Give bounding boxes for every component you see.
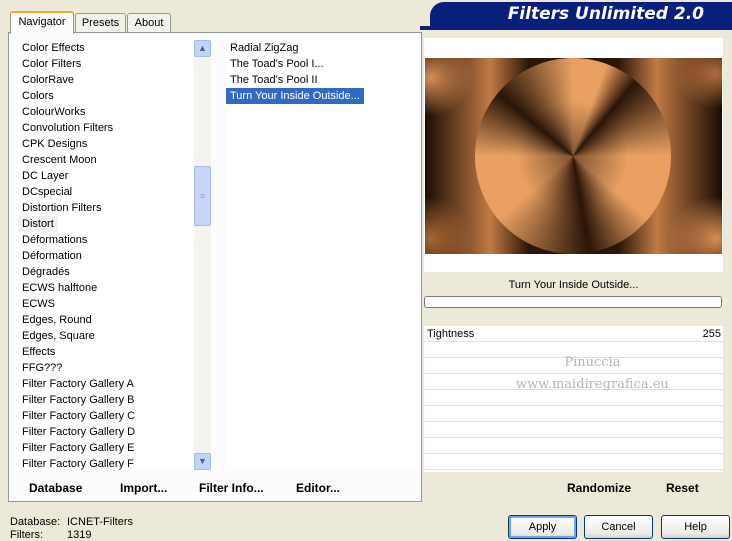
category-list-item[interactable]: Déformations: [18, 232, 194, 248]
category-list-item[interactable]: Distortion Filters: [18, 200, 194, 216]
filter-info-button[interactable]: Filter Info...: [199, 481, 264, 495]
editor-button[interactable]: Editor...: [296, 481, 340, 495]
category-list-item[interactable]: ECWS halftone: [18, 280, 194, 296]
category-list-item[interactable]: Distort: [18, 216, 58, 232]
database-info: Database: ICNET-Filters: [10, 516, 133, 528]
category-list-item[interactable]: Crescent Moon: [18, 152, 194, 168]
param-row: [424, 422, 723, 438]
category-list-item[interactable]: Filter Factory Gallery D: [18, 424, 194, 440]
database-label: Database:: [10, 516, 61, 528]
preview-center-shade: [475, 58, 671, 254]
banner-stripe: [420, 26, 732, 30]
category-list-item[interactable]: DC Layer: [18, 168, 194, 184]
category-list-item[interactable]: Convolution Filters: [18, 120, 194, 136]
randomize-button[interactable]: Randomize: [567, 481, 631, 495]
param-row: [424, 438, 723, 454]
filter-list-item[interactable]: Radial ZigZag: [226, 40, 416, 56]
category-list-item[interactable]: Effects: [18, 344, 194, 360]
filter-preview-image: [425, 58, 722, 254]
filter-list-item[interactable]: Turn Your Inside Outside...: [226, 88, 364, 104]
category-list-item[interactable]: Filter Factory Gallery C: [18, 408, 194, 424]
cancel-button[interactable]: Cancel: [584, 515, 653, 539]
category-list-item[interactable]: Color Effects: [18, 40, 194, 56]
tab-about[interactable]: About: [127, 13, 171, 32]
param-row: [424, 406, 723, 422]
filter-list-item[interactable]: The Toad's Pool II: [226, 72, 416, 88]
watermark-name: Pinuccia: [564, 355, 621, 370]
watermark: Pinuccia www.maidiregrafica.eu: [516, 352, 669, 396]
database-value: ICNET-Filters: [67, 516, 133, 528]
category-list-item[interactable]: Colors: [18, 88, 194, 104]
app-title-banner: Filters Unlimited 2.0: [430, 2, 732, 26]
category-list-item[interactable]: ColorRave: [18, 72, 194, 88]
category-list-item[interactable]: Edges, Round: [18, 312, 194, 328]
category-list[interactable]: Color Effects Color Filters ColorRave Color…: [18, 40, 194, 470]
filters-label: Filters:: [10, 529, 43, 541]
category-list-item[interactable]: Filter Factory Gallery F: [18, 456, 194, 470]
category-list-item[interactable]: CPK Designs: [18, 136, 194, 152]
reset-button[interactable]: Reset: [666, 481, 699, 495]
category-list-item[interactable]: Déformation: [18, 248, 194, 264]
scroll-down-button[interactable]: ▼: [194, 453, 211, 470]
current-filter-name: Turn Your Inside Outside...: [424, 273, 723, 295]
category-list-item[interactable]: FFG???: [18, 360, 194, 376]
apply-button[interactable]: Apply: [508, 515, 577, 539]
filters-count: 1319: [67, 529, 92, 541]
category-list-item[interactable]: ColourWorks: [18, 104, 194, 120]
param-row: [424, 454, 723, 470]
category-list-item[interactable]: ECWS: [18, 296, 194, 312]
filters-count-info: Filters: 1319: [10, 529, 91, 541]
filter-list-item[interactable]: The Toad's Pool I...: [226, 56, 416, 72]
scroll-thumb[interactable]: ≡: [194, 166, 211, 226]
category-list-item[interactable]: Filter Factory Gallery A: [18, 376, 194, 392]
scroll-up-button[interactable]: ▲: [194, 40, 211, 57]
parameter-table: [424, 326, 723, 472]
database-button[interactable]: Database: [29, 481, 82, 495]
tab-presets[interactable]: Presets: [75, 13, 126, 32]
category-list-item[interactable]: Edges, Square: [18, 328, 194, 344]
import-button[interactable]: Import...: [120, 481, 167, 495]
tab-navigator[interactable]: Navigator: [10, 11, 74, 34]
param-label-tightness: Tightness: [427, 328, 475, 340]
watermark-url: www.maidiregrafica.eu: [516, 377, 669, 392]
param-value-tightness[interactable]: 255: [680, 328, 721, 340]
category-list-item[interactable]: Filter Factory Gallery E: [18, 440, 194, 456]
category-list-item[interactable]: DCspecial: [18, 184, 194, 200]
category-list-item[interactable]: Color Filters: [18, 56, 194, 72]
category-list-item[interactable]: Filter Factory Gallery B: [18, 392, 194, 408]
category-list-item[interactable]: Dégradés: [18, 264, 194, 280]
category-scrollbar[interactable]: ▲ ≡ ▼: [194, 40, 211, 470]
filter-list[interactable]: Radial ZigZag The Toad's Pool I... The Toa…: [226, 40, 416, 470]
progress-bar: [424, 296, 722, 308]
help-button[interactable]: Help: [661, 515, 730, 539]
